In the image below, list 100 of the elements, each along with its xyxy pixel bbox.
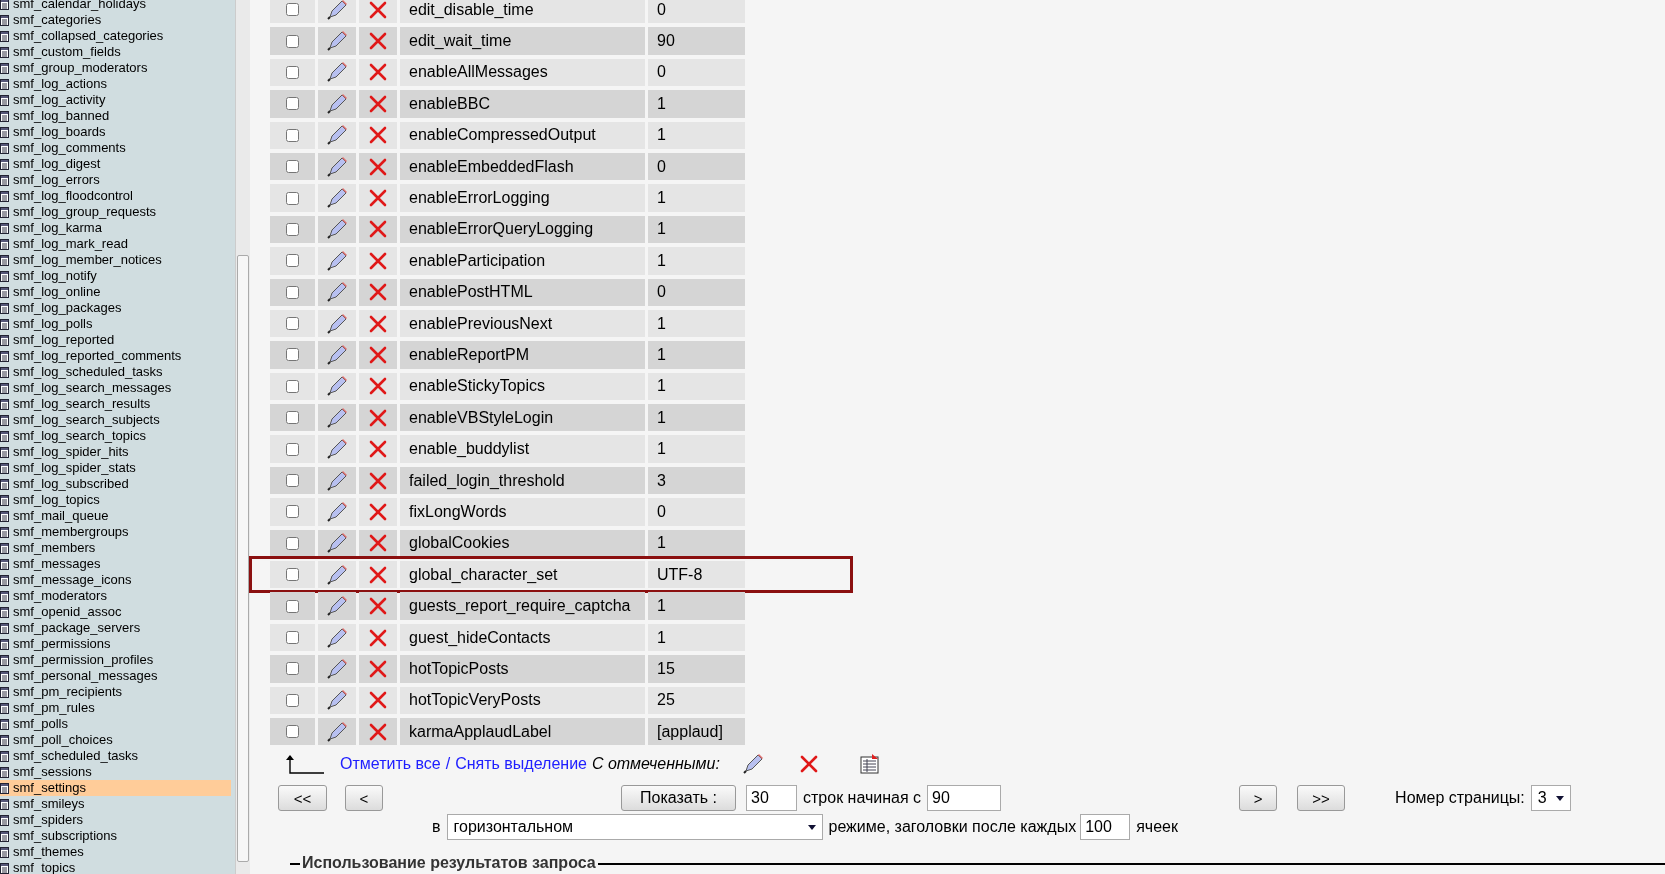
table-list-item[interactable]: smf_log_errors bbox=[0, 172, 234, 188]
table-list-item[interactable]: smf_log_spider_stats bbox=[0, 460, 234, 476]
table-list-item[interactable]: smf_log_karma bbox=[0, 220, 234, 236]
table-list-item[interactable]: smf_spiders bbox=[0, 812, 234, 828]
row-checkbox[interactable] bbox=[286, 631, 299, 644]
table-list-item[interactable]: smf_log_search_subjects bbox=[0, 412, 234, 428]
table-list-item[interactable]: smf_custom_fields bbox=[0, 44, 234, 60]
table-list-item[interactable]: smf_log_actions bbox=[0, 76, 234, 92]
row-checkbox[interactable] bbox=[286, 191, 299, 205]
table-list-item[interactable]: smf_log_polls bbox=[0, 316, 234, 332]
delete-icon[interactable] bbox=[369, 408, 387, 427]
pencil-icon[interactable] bbox=[326, 532, 348, 555]
table-list-item[interactable]: smf_poll_choices bbox=[0, 732, 234, 748]
pencil-icon[interactable] bbox=[326, 312, 348, 335]
table-list-item[interactable]: smf_mail_queue bbox=[0, 508, 234, 524]
table-list-item[interactable]: smf_log_mark_read bbox=[0, 236, 234, 252]
rows-count-field[interactable]: 30 bbox=[746, 785, 797, 812]
show-button[interactable]: Показать : bbox=[621, 785, 736, 812]
table-list-item[interactable]: smf_log_topics bbox=[0, 492, 234, 508]
delete-icon[interactable] bbox=[369, 377, 387, 396]
delete-icon[interactable] bbox=[369, 691, 387, 710]
pencil-icon[interactable] bbox=[326, 689, 348, 712]
pencil-icon[interactable] bbox=[326, 218, 348, 241]
pencil-icon[interactable] bbox=[326, 500, 348, 523]
table-list-item[interactable]: smf_polls bbox=[0, 716, 234, 732]
pencil-icon[interactable] bbox=[326, 595, 348, 618]
table-list-item[interactable]: smf_log_scheduled_tasks bbox=[0, 364, 234, 380]
pencil-icon[interactable] bbox=[326, 406, 348, 429]
pencil-icon[interactable] bbox=[326, 187, 348, 210]
table-list-item[interactable]: smf_log_spider_hits bbox=[0, 444, 234, 460]
pencil-icon[interactable] bbox=[326, 30, 348, 53]
row-checkbox[interactable] bbox=[286, 474, 299, 488]
delete-icon[interactable] bbox=[369, 659, 387, 678]
pencil-icon[interactable] bbox=[741, 753, 764, 776]
delete-icon[interactable] bbox=[369, 126, 387, 145]
table-list-item[interactable]: smf_collapsed_categories bbox=[0, 28, 234, 44]
table-list-item[interactable]: smf_membergroups bbox=[0, 524, 234, 540]
table-list-item[interactable]: smf_categories bbox=[0, 12, 234, 28]
pencil-icon[interactable] bbox=[326, 155, 348, 178]
scrollbar[interactable] bbox=[235, 0, 250, 874]
table-list-item[interactable]: smf_scheduled_tasks bbox=[0, 748, 234, 764]
next-page-button[interactable]: > bbox=[1239, 785, 1278, 812]
pencil-icon[interactable] bbox=[326, 375, 348, 398]
row-checkbox[interactable] bbox=[286, 97, 299, 111]
pencil-icon[interactable] bbox=[326, 563, 348, 586]
table-list-item[interactable]: smf_log_activity bbox=[0, 92, 234, 108]
table-list-item[interactable]: smf_topics bbox=[0, 860, 234, 874]
pencil-icon[interactable] bbox=[326, 0, 348, 21]
delete-icon[interactable] bbox=[369, 471, 387, 490]
pencil-icon[interactable] bbox=[326, 626, 348, 649]
row-checkbox[interactable] bbox=[286, 693, 299, 707]
pencil-icon[interactable] bbox=[326, 469, 348, 492]
pencil-icon[interactable] bbox=[326, 124, 348, 147]
table-list-item[interactable]: smf_log_reported_comments bbox=[0, 348, 234, 364]
pencil-icon[interactable] bbox=[326, 249, 348, 272]
table-list-item[interactable]: smf_log_search_results bbox=[0, 396, 234, 412]
table-list-item[interactable]: smf_messages bbox=[0, 556, 234, 572]
pencil-icon[interactable] bbox=[326, 344, 348, 366]
delete-icon[interactable] bbox=[369, 220, 387, 239]
table-list-item[interactable]: smf_log_group_requests bbox=[0, 204, 234, 220]
table-list-item[interactable]: smf_log_digest bbox=[0, 156, 234, 172]
table-list-item[interactable]: smf_log_online bbox=[0, 284, 234, 300]
table-list-item[interactable]: smf_permissions bbox=[0, 636, 234, 652]
row-checkbox[interactable] bbox=[286, 348, 299, 362]
table-list-item[interactable]: smf_log_subscribed bbox=[0, 476, 234, 492]
table-export-icon[interactable] bbox=[859, 754, 880, 775]
row-checkbox[interactable] bbox=[286, 379, 299, 393]
table-list-item[interactable]: smf_log_floodcontrol bbox=[0, 188, 234, 204]
delete-icon[interactable] bbox=[369, 189, 387, 208]
check-all-link[interactable]: Отметить все bbox=[340, 755, 441, 774]
table-list-item[interactable]: smf_log_packages bbox=[0, 300, 234, 316]
pencil-icon[interactable] bbox=[326, 61, 348, 84]
row-checkbox[interactable] bbox=[286, 505, 299, 519]
delete-icon[interactable] bbox=[369, 346, 387, 364]
first-page-button[interactable]: << bbox=[278, 785, 327, 812]
table-list-item[interactable]: smf_subscriptions bbox=[0, 828, 234, 844]
delete-icon[interactable] bbox=[369, 722, 387, 741]
row-checkbox[interactable] bbox=[286, 34, 299, 48]
delete-icon[interactable] bbox=[369, 440, 387, 459]
previous-page-button[interactable]: < bbox=[345, 785, 383, 812]
row-checkbox[interactable] bbox=[286, 536, 299, 550]
pencil-icon[interactable] bbox=[326, 438, 348, 461]
pencil-icon[interactable] bbox=[326, 281, 348, 304]
delete-icon[interactable] bbox=[369, 597, 387, 616]
uncheck-all-link[interactable]: Снять выделение bbox=[455, 755, 587, 774]
delete-icon[interactable] bbox=[369, 565, 387, 584]
pencil-icon[interactable] bbox=[326, 92, 348, 115]
row-checkbox[interactable] bbox=[286, 285, 299, 299]
delete-icon[interactable] bbox=[799, 755, 818, 774]
table-list-item[interactable]: smf_permission_profiles bbox=[0, 652, 234, 668]
delete-icon[interactable] bbox=[369, 534, 387, 553]
table-list-item[interactable]: smf_smileys bbox=[0, 796, 234, 812]
row-checkbox[interactable] bbox=[286, 725, 299, 739]
table-list-item[interactable]: smf_log_search_topics bbox=[0, 428, 234, 444]
table-list-item[interactable]: smf_log_notify bbox=[0, 268, 234, 284]
delete-icon[interactable] bbox=[369, 94, 387, 113]
table-list-item[interactable]: smf_log_member_notices bbox=[0, 252, 234, 268]
row-checkbox[interactable] bbox=[286, 160, 299, 174]
table-list-item[interactable]: smf_log_boards bbox=[0, 124, 234, 140]
row-checkbox[interactable] bbox=[286, 411, 299, 425]
